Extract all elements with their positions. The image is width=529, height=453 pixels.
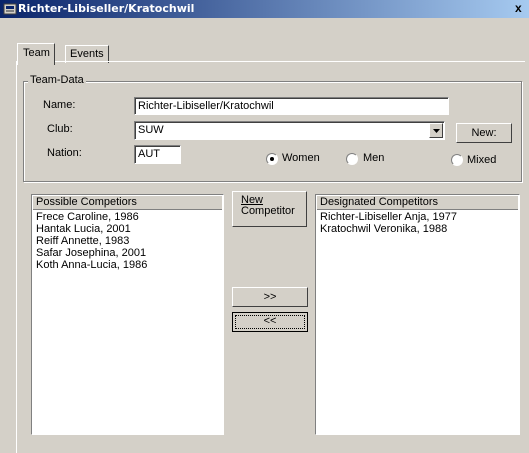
team-data-legend: Team-Data <box>28 74 86 86</box>
move-right-label: >> <box>263 291 277 303</box>
title-bar[interactable]: Richter-Libiseller/Kratochwil x <box>0 0 529 18</box>
women-radio[interactable] <box>266 153 278 165</box>
tab-team-label: Team <box>23 47 50 59</box>
possible-competitors-header[interactable]: Possible Competiors <box>33 196 222 210</box>
move-left-label: << <box>263 315 277 327</box>
mixed-label: Mixed <box>467 154 497 166</box>
tab-team[interactable]: Team <box>17 43 55 65</box>
men-label: Men <box>363 152 385 164</box>
list-item[interactable]: Reiff Annette, 1983 <box>36 235 221 247</box>
designated-competitors-list[interactable]: Designated Competitors Richter-Libiselle… <box>315 194 520 435</box>
move-left-button[interactable]: << <box>232 312 308 332</box>
club-dropdown-button[interactable] <box>429 123 443 138</box>
designated-competitors-header[interactable]: Designated Competitors <box>317 196 518 210</box>
women-label: Women <box>282 152 320 164</box>
men-radio[interactable] <box>346 153 358 165</box>
nation-field[interactable]: AUT <box>134 145 181 164</box>
list-item[interactable]: Kratochwil Veronika, 1988 <box>320 223 517 235</box>
list-item[interactable]: Safar Josephina, 2001 <box>36 247 221 259</box>
tab-events-label: Events <box>70 48 104 60</box>
list-item[interactable]: Koth Anna-Lucia, 1986 <box>36 259 221 271</box>
name-label: Name: <box>43 99 76 111</box>
nation-label: Nation: <box>47 147 82 159</box>
mixed-radio[interactable] <box>451 154 463 166</box>
window-title: Richter-Libiseller/Kratochwil <box>18 2 195 15</box>
chevron-down-icon <box>433 129 440 133</box>
possible-competitors-list[interactable]: Possible Competiors Frece Caroline, 1986… <box>31 194 224 435</box>
new-competitor-label-line2: Competitor <box>241 205 295 217</box>
club-label: Club: <box>47 123 73 135</box>
move-right-button[interactable]: >> <box>232 287 308 307</box>
club-dropdown[interactable]: SUW <box>134 121 445 140</box>
close-icon[interactable]: x <box>515 1 525 15</box>
list-item[interactable]: Richter-Libiseller Anja, 1977 <box>320 211 517 223</box>
name-field[interactable]: Richter-Libiseller/Kratochwil <box>134 97 449 115</box>
app-icon <box>3 3 17 15</box>
list-item[interactable]: Frece Caroline, 1986 <box>36 211 221 223</box>
new-club-label: New: <box>471 127 497 139</box>
list-item[interactable]: Hantak Lucia, 2001 <box>36 223 221 235</box>
new-club-button[interactable]: New: <box>456 123 512 143</box>
new-competitor-button[interactable]: New Competitor <box>232 191 307 227</box>
